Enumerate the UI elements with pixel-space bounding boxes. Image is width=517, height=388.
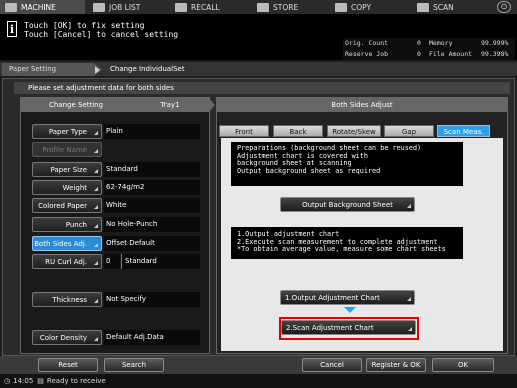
reset-button[interactable]: Reset xyxy=(38,358,98,372)
highlight-box xyxy=(279,317,419,340)
weight-value: 62-74g/m2 xyxy=(104,180,200,195)
tab-job-list[interactable]: JOB LIST xyxy=(88,0,168,14)
recall-icon xyxy=(175,2,187,12)
procedure-info: 1.Output adjustment chart 2.Execute scan… xyxy=(231,227,463,259)
profile-name-button[interactable]: Profile Name xyxy=(32,142,102,157)
both-sides-adj-value: Offset Default xyxy=(104,236,200,251)
paper-type-button[interactable]: Paper Type xyxy=(32,124,102,139)
weight-button[interactable]: Weight xyxy=(32,180,102,195)
info-line: Output background sheet as required xyxy=(237,166,381,175)
preparations-info: Preparations (background sheet can be re… xyxy=(231,142,463,186)
colored-paper-button[interactable]: Colored Paper xyxy=(32,198,102,213)
ru-curl-adj-button[interactable]: RU Curl Adj. xyxy=(32,254,102,269)
cancel-button[interactable]: Cancel xyxy=(302,358,362,372)
breadcrumb-paper-setting[interactable]: Paper Setting xyxy=(2,63,102,76)
punch-value: No Hole-Punch xyxy=(104,217,200,232)
tab-store[interactable]: STORE xyxy=(252,0,328,14)
tray-label: Tray1 xyxy=(160,101,180,109)
both-sides-adj-button[interactable]: Both Sides Adj. xyxy=(32,236,102,251)
tab-recall[interactable]: RECALL xyxy=(170,0,250,14)
arrow-down-icon xyxy=(344,307,356,313)
tab-rotate-skew[interactable]: Rotate/Skew xyxy=(327,125,381,137)
color-density-button[interactable]: Color Density xyxy=(32,330,102,345)
chevron-right-icon xyxy=(95,66,100,74)
memory-value: 99.999% xyxy=(481,39,509,47)
change-setting-label: Change Setting xyxy=(48,101,104,109)
orig-count-value: 0 xyxy=(417,39,421,47)
punch-button[interactable]: Punch xyxy=(32,217,102,232)
tab-scan-meas[interactable]: Scan Meas. xyxy=(437,125,490,137)
file-amount-value: 99.398% xyxy=(481,50,509,58)
instruction-text: Please set adjustment data for both side… xyxy=(14,82,510,94)
job-list-icon xyxy=(93,2,105,12)
tab-front[interactable]: Front xyxy=(219,125,269,137)
tab-back[interactable]: Back xyxy=(273,125,323,137)
clock-icon: ◷ xyxy=(4,377,11,385)
info-icon: i xyxy=(7,21,17,37)
power-icon[interactable]: ⏻ xyxy=(497,1,511,13)
tab-copy[interactable]: COPY xyxy=(330,0,410,14)
printer-icon: ▤ xyxy=(37,377,44,385)
output-adjustment-chart-button[interactable]: 1.Output Adjustment Chart xyxy=(280,290,415,305)
thickness-button[interactable]: Thickness xyxy=(32,292,102,307)
reserve-job-label: Reserve Job xyxy=(345,50,389,58)
message-line-2: Touch [Cancel] to cancel setting xyxy=(24,30,179,39)
info-line: *To obtain average value, measure some c… xyxy=(237,245,446,253)
status-panel: Orig. Count 0 Memory 99.999% Reserve Job… xyxy=(343,38,515,60)
reserve-job-value: 0 xyxy=(417,50,421,58)
register-ok-button[interactable]: Register & OK xyxy=(366,358,426,372)
output-background-sheet-button[interactable]: Output Background Sheet xyxy=(280,197,415,212)
thickness-value: Not Specify xyxy=(104,292,200,307)
breadcrumb-change-individualset: Change IndividualSet xyxy=(110,65,185,73)
ok-button[interactable]: OK xyxy=(432,358,494,372)
search-button[interactable]: Search xyxy=(104,358,164,372)
ru-curl-adj-value: 0 xyxy=(104,254,120,269)
memory-label: Memory xyxy=(429,39,453,47)
paper-type-value: Plain xyxy=(104,124,200,139)
ru-curl-adj-mode: Standard xyxy=(121,254,200,269)
status-time: 14:05 xyxy=(13,377,34,385)
file-amount-label: File Amount xyxy=(429,50,473,58)
store-icon xyxy=(257,2,269,12)
top-tab-bar: MACHINE JOB LIST RECALL STORE COPY SCAN xyxy=(0,0,517,14)
scan-icon xyxy=(417,2,429,12)
copy-icon xyxy=(335,2,347,12)
tab-machine[interactable]: MACHINE xyxy=(0,0,85,14)
settings-panel-header: Change Setting Tray1 xyxy=(21,98,209,112)
tab-gap[interactable]: Gap xyxy=(384,125,434,137)
status-bar: ◷ 14:05 ▤ Ready to receive xyxy=(0,374,517,388)
status-text: Ready to receive xyxy=(46,377,106,385)
panel-arrow-icon xyxy=(209,98,215,112)
paper-size-button[interactable]: Paper Size xyxy=(32,162,102,177)
machine-icon xyxy=(5,2,17,12)
both-sides-adjust-header: Both Sides Adjust xyxy=(217,98,507,112)
color-density-value: Default Adj.Data xyxy=(104,330,200,345)
tab-scan[interactable]: SCAN xyxy=(412,0,490,14)
message-line-1: Touch [OK] to fix setting xyxy=(24,21,145,30)
orig-count-label: Orig. Count xyxy=(345,39,389,47)
paper-size-value: Standard xyxy=(104,162,200,177)
colored-paper-value: White xyxy=(104,198,200,213)
